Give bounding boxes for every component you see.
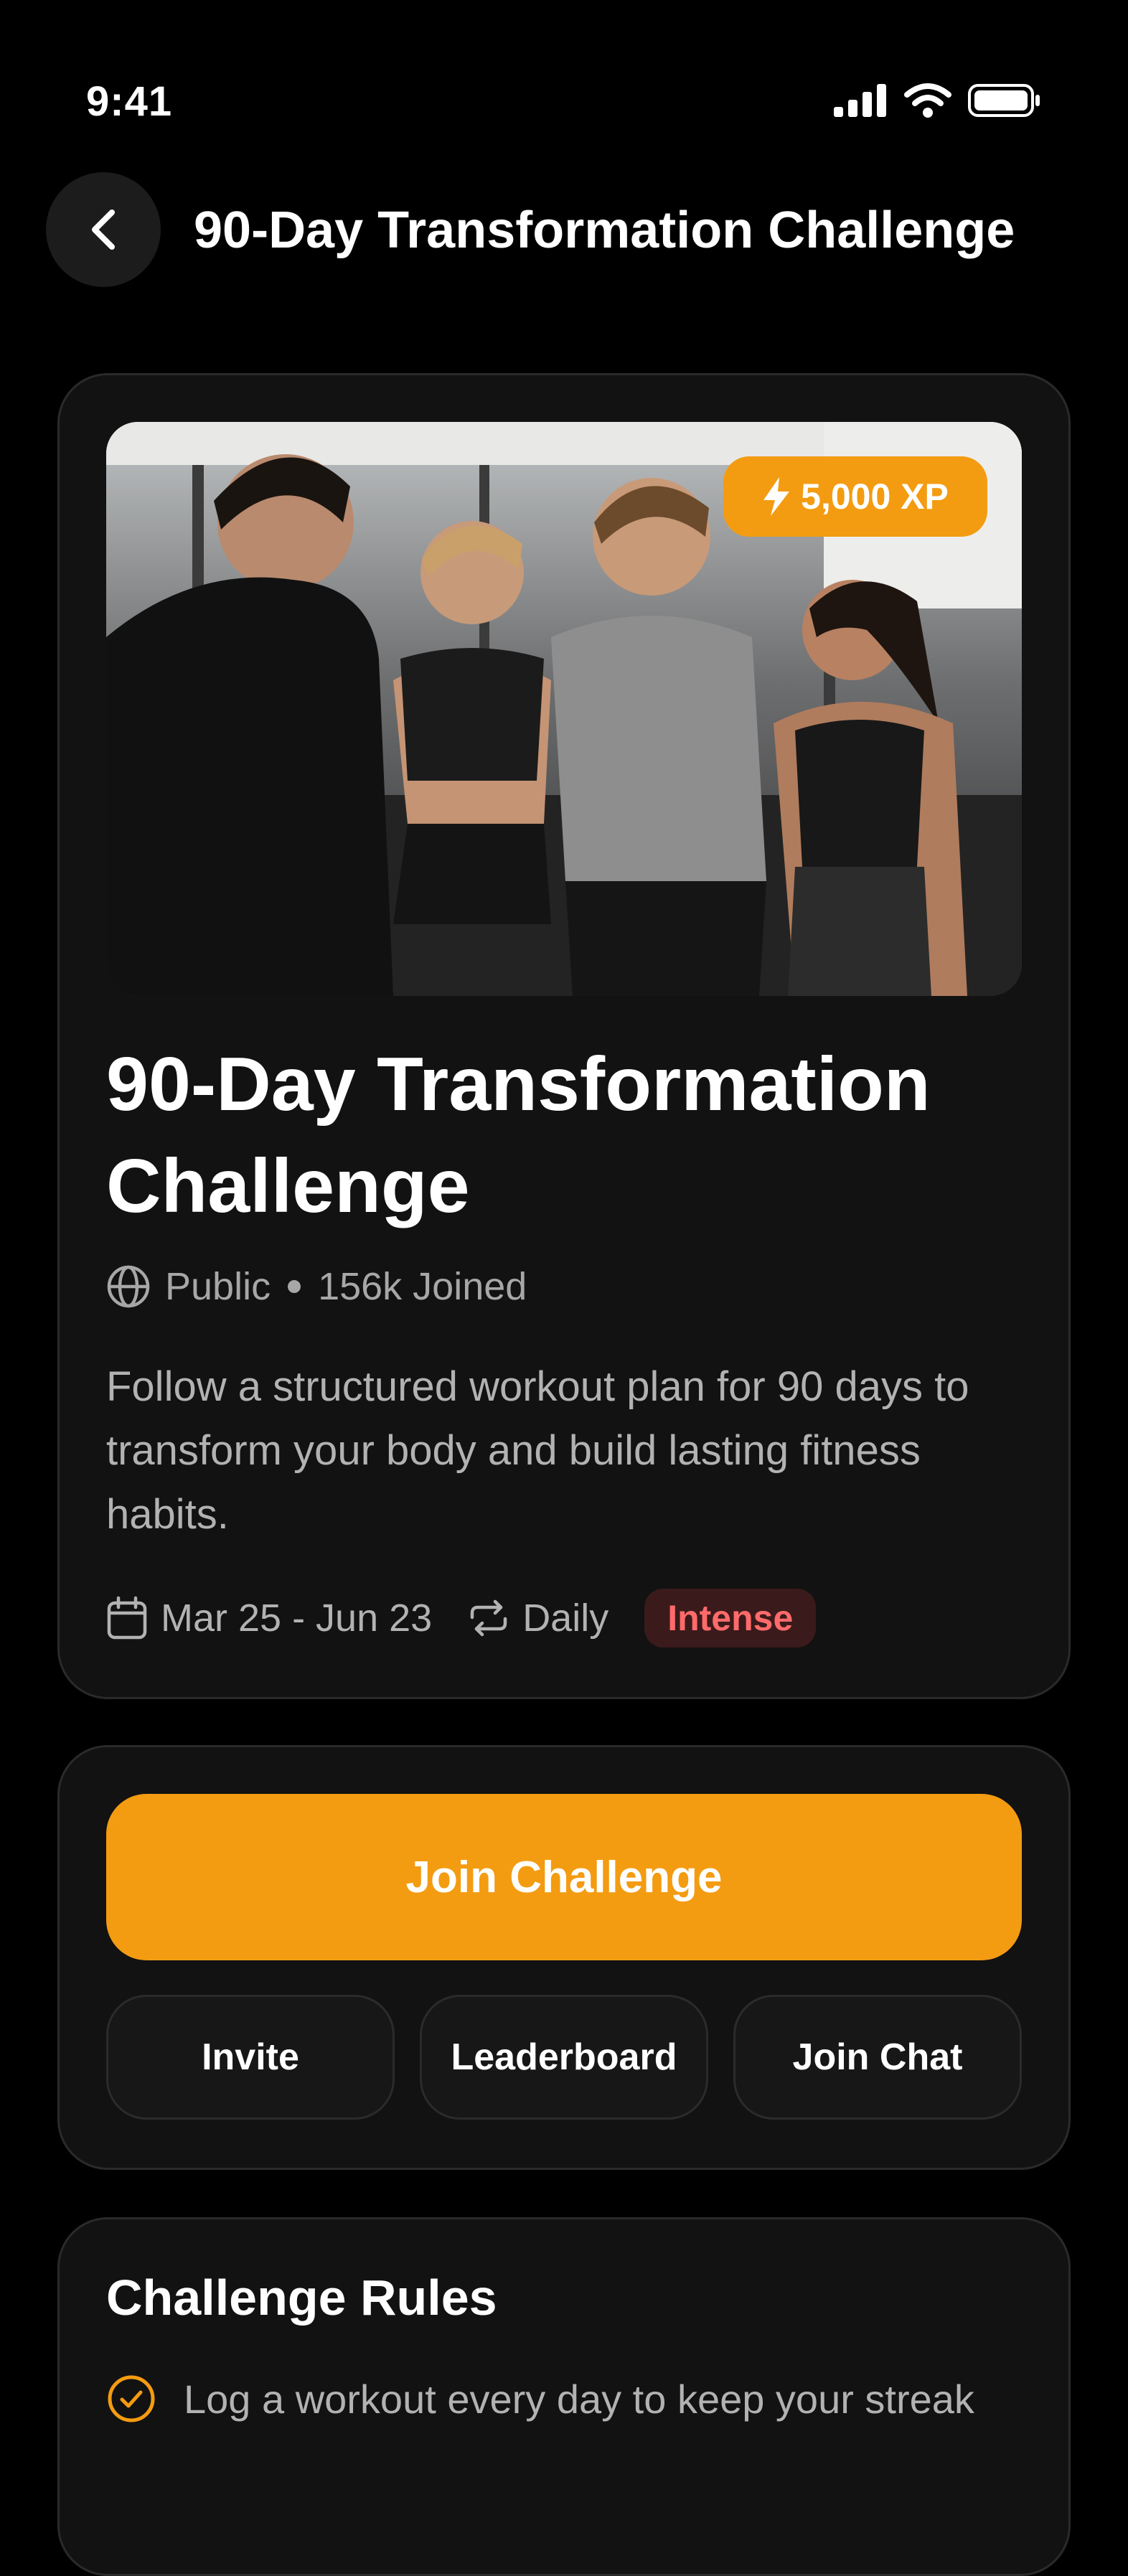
battery-icon xyxy=(968,84,1040,117)
challenge-info-row: Mar 25 - Jun 23 Daily Intense xyxy=(106,1589,817,1647)
header-title: 90-Day Transformation Challenge xyxy=(194,202,1015,259)
visibility-label: Public xyxy=(165,1265,271,1308)
join-challenge-button[interactable]: Join Challenge xyxy=(106,1794,1022,1960)
wifi-icon xyxy=(904,83,951,118)
signal-icon xyxy=(834,84,886,117)
join-chat-button[interactable]: Join Chat xyxy=(733,1995,1022,2120)
joined-count: 156k Joined xyxy=(318,1265,527,1308)
rule-text: Log a workout every day to keep your str… xyxy=(184,2376,974,2422)
frequency-label: Daily xyxy=(522,1597,609,1640)
frequency: Daily xyxy=(468,1596,608,1640)
status-icons xyxy=(834,80,1042,121)
date-range: Mar 25 - Jun 23 xyxy=(106,1596,432,1640)
separator-dot xyxy=(288,1280,301,1293)
xp-badge: 5,000 XP xyxy=(723,456,987,537)
challenge-description: Follow a structured workout plan for 90 … xyxy=(106,1363,969,1538)
repeat-icon xyxy=(470,1599,507,1637)
chevron-left-icon xyxy=(92,210,115,250)
calendar-icon xyxy=(107,1596,147,1640)
intensity-badge: Intense xyxy=(644,1589,817,1647)
invite-button[interactable]: Invite xyxy=(106,1995,395,2120)
leaderboard-button[interactable]: Leaderboard xyxy=(420,1995,708,2120)
globe-icon xyxy=(107,1265,150,1308)
rules-title: Challenge Rules xyxy=(106,2270,497,2326)
rule-item: Log a workout every day to keep your str… xyxy=(106,2374,974,2424)
xp-badge-label: 5,000 XP xyxy=(801,476,949,517)
back-button[interactable] xyxy=(46,172,161,287)
challenge-title: 90-Day Transformation Challenge xyxy=(106,1042,931,1228)
status-time: 9:41 xyxy=(86,78,173,125)
lightning-icon xyxy=(763,477,790,516)
challenge-meta: Public 156k Joined xyxy=(106,1264,527,1309)
date-range-label: Mar 25 - Jun 23 xyxy=(161,1597,433,1640)
check-circle-icon xyxy=(108,2375,155,2422)
